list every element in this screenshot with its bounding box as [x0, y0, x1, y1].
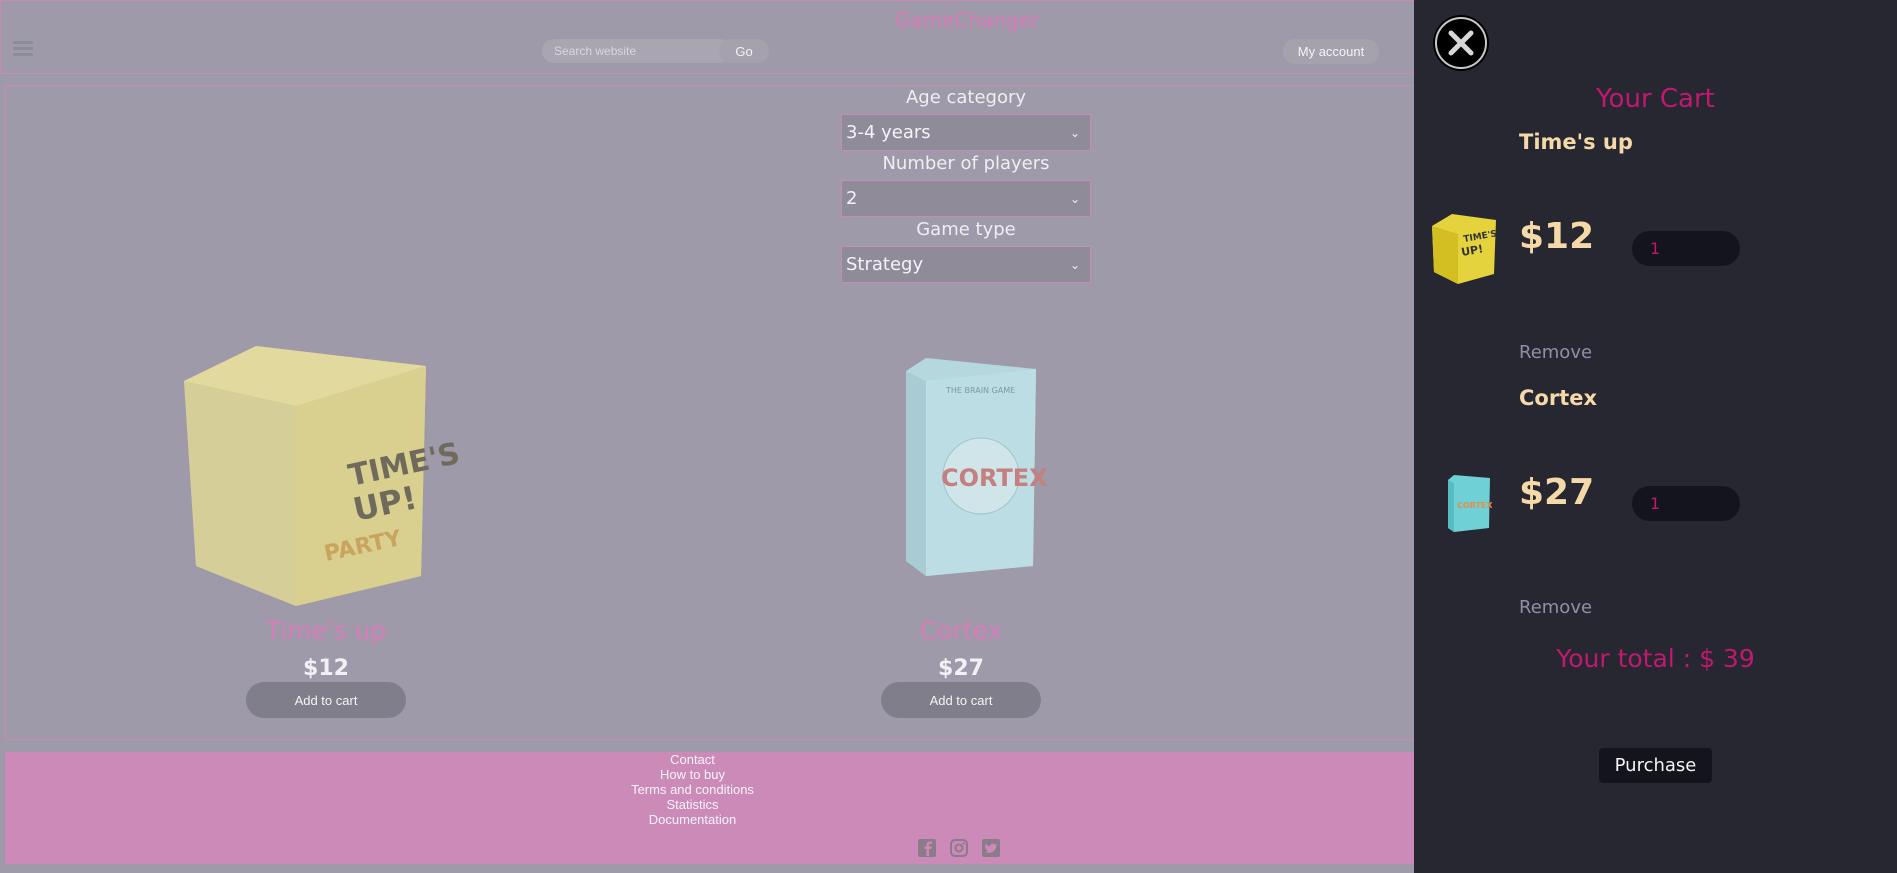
number-of-players-select[interactable]: 2 ⌄: [841, 180, 1091, 217]
times-up-box-image[interactable]: TIME'S UP! PARTY: [176, 311, 476, 631]
facebook-icon[interactable]: [917, 838, 937, 858]
cart-item-price: $27: [1519, 472, 1595, 513]
footer-link-terms[interactable]: Terms and conditions: [0, 782, 1660, 797]
quantity-input[interactable]: [1632, 486, 1740, 521]
twitter-icon[interactable]: [981, 838, 1001, 858]
chevron-down-icon: ⌄: [1069, 191, 1080, 206]
cart-item-name: Time's up: [1519, 130, 1633, 154]
cart-panel: Your Cart Time's up UP! TIME'S $12 Remov…: [1414, 0, 1897, 873]
cart-total: Your total : $ 39: [1556, 644, 1755, 673]
svg-text:THE BRAIN GAME: THE BRAIN GAME: [945, 386, 1015, 395]
product-name[interactable]: Cortex: [811, 616, 1111, 645]
search-input[interactable]: [542, 39, 731, 63]
instagram-icon[interactable]: [949, 838, 969, 858]
site-footer: Contact How to buy Terms and conditions …: [5, 752, 1420, 864]
number-of-players-value: 2: [846, 188, 858, 209]
age-category-value: 3-4 years: [846, 122, 931, 143]
footer-link-contact[interactable]: Contact: [0, 752, 1660, 767]
product-listing: Age category 3-4 years ⌄ Number of playe…: [5, 85, 1420, 740]
chevron-down-icon: ⌄: [1069, 125, 1080, 140]
remove-item-button[interactable]: Remove: [1519, 342, 1592, 363]
product-price: $27: [938, 656, 984, 681]
game-type-value: Strategy: [846, 254, 924, 275]
age-category-label: Age category: [905, 87, 1027, 108]
social-links: [917, 838, 1001, 858]
game-type-select[interactable]: Strategy ⌄: [841, 246, 1091, 283]
product-card-times-up: TIME'S UP! PARTY Time's up $12 Add to ca…: [176, 311, 476, 731]
cart-item-name: Cortex: [1519, 386, 1598, 410]
footer-link-statistics[interactable]: Statistics: [0, 797, 1660, 812]
add-to-cart-button[interactable]: Add to cart: [246, 682, 406, 718]
page: GameChanger Go My account Age category 3…: [0, 0, 1897, 873]
number-of-players-label: Number of players: [882, 153, 1050, 174]
chevron-down-icon: ⌄: [1069, 257, 1080, 272]
times-up-thumbnail: UP! TIME'S: [1432, 214, 1498, 284]
go-button[interactable]: Go: [719, 39, 769, 63]
add-to-cart-button[interactable]: Add to cart: [881, 682, 1041, 718]
footer-link-how-to-buy[interactable]: How to buy: [0, 767, 1660, 782]
close-icon: [1435, 17, 1487, 69]
product-name[interactable]: Time's up: [176, 616, 476, 645]
game-type-label: Game type: [916, 219, 1016, 240]
purchase-button[interactable]: Purchase: [1599, 748, 1712, 783]
remove-item-button[interactable]: Remove: [1519, 597, 1592, 618]
quantity-input[interactable]: [1632, 231, 1740, 266]
cortex-thumbnail: CORTEX: [1448, 475, 1492, 532]
cart-item-price: $12: [1519, 216, 1595, 257]
close-cart-button[interactable]: [1433, 15, 1489, 71]
site-header: GameChanger Go My account: [0, 0, 1420, 74]
footer-link-documentation[interactable]: Documentation: [0, 812, 1660, 827]
cart-title: Your Cart: [1596, 84, 1715, 114]
brand-title[interactable]: GameChanger: [895, 8, 1039, 32]
age-category-select[interactable]: 3-4 years ⌄: [841, 114, 1091, 151]
hamburger-icon[interactable]: [13, 41, 33, 57]
footer-links: Contact How to buy Terms and conditions …: [0, 752, 1660, 827]
product-card-cortex: CORTEX THE BRAIN GAME Cortex $27 Add to …: [811, 311, 1111, 731]
product-price: $12: [303, 656, 349, 681]
svg-text:CORTEX: CORTEX: [941, 464, 1048, 492]
cortex-box-image[interactable]: CORTEX THE BRAIN GAME: [811, 311, 1111, 631]
svg-text:CORTEX: CORTEX: [1457, 501, 1492, 510]
my-account-button[interactable]: My account: [1283, 39, 1379, 64]
